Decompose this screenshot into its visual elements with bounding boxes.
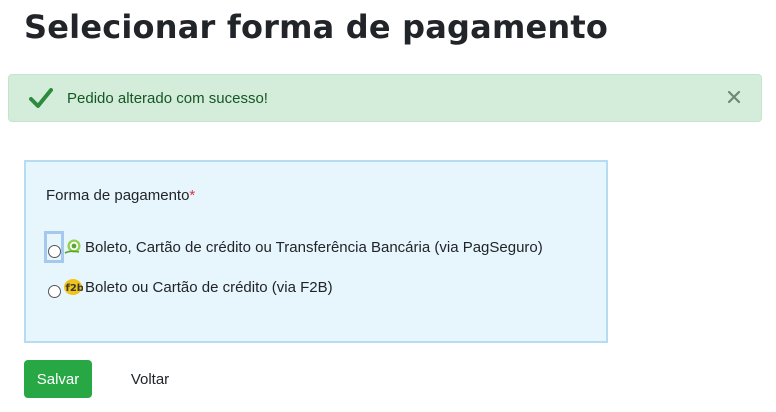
pagseguro-radio[interactable] xyxy=(47,244,61,258)
check-icon xyxy=(29,88,53,108)
radio-focus-ring xyxy=(44,231,64,263)
f2b-label[interactable]: Boleto ou Cartão de crédito (via F2B) xyxy=(85,279,333,296)
page-title: Selecionar forma de pagamento xyxy=(24,8,609,46)
payment-option-f2b[interactable]: f2b Boleto ou Cartão de crédito (via F2B… xyxy=(46,274,333,300)
payment-method-label: Forma de pagamento* xyxy=(46,187,195,204)
radio-wrap xyxy=(46,274,62,300)
pagseguro-icon xyxy=(64,239,81,254)
svg-text:f2b: f2b xyxy=(66,283,84,294)
payment-method-label-text: Forma de pagamento xyxy=(46,187,190,204)
alert-message: Pedido alterado com sucesso! xyxy=(67,90,268,107)
f2b-radio[interactable] xyxy=(47,284,61,298)
close-icon[interactable] xyxy=(727,90,741,104)
payment-method-panel: Forma de pagamento* Boleto, Cartão de cr… xyxy=(24,160,608,343)
required-mark: * xyxy=(189,187,196,204)
success-alert: Pedido alterado com sucesso! xyxy=(8,74,762,122)
payment-option-pagseguro[interactable]: Boleto, Cartão de crédito ou Transferênc… xyxy=(44,231,543,263)
pagseguro-label[interactable]: Boleto, Cartão de crédito ou Transferênc… xyxy=(85,239,543,256)
save-button[interactable]: Salvar xyxy=(24,360,92,398)
back-button[interactable]: Voltar xyxy=(112,360,188,398)
f2b-icon: f2b xyxy=(64,279,84,295)
